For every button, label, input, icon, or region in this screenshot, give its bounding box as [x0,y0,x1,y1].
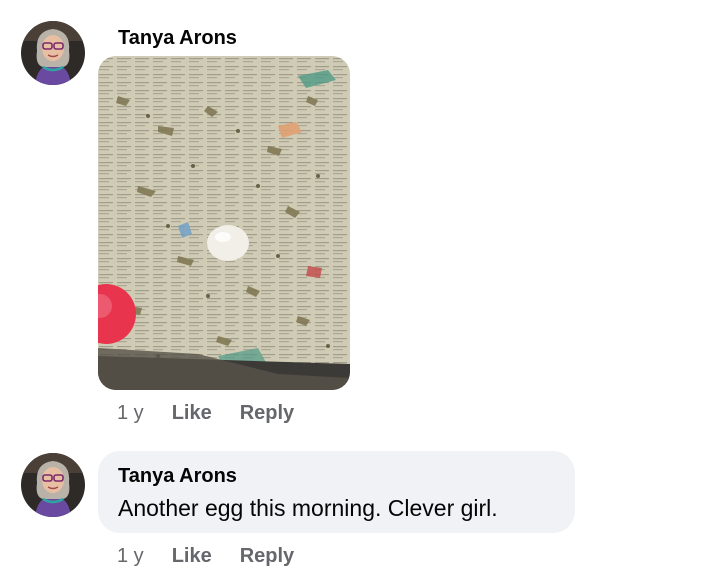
comment-text: Another egg this morning. Clever girl. [118,495,498,521]
comment-actions: 1 y Like Reply [117,545,322,568]
comment-timestamp[interactable]: 1 y [117,545,144,568]
avatar[interactable] [21,453,85,517]
reply-button[interactable]: Reply [240,402,294,425]
avatar[interactable] [21,21,85,85]
comment-timestamp[interactable]: 1 y [117,402,144,425]
comment-author-name[interactable]: Tanya Arons [118,27,237,50]
comment-photo[interactable] [98,56,350,390]
like-button[interactable]: Like [172,402,212,425]
comment-actions: 1 y Like Reply [117,402,322,425]
reply-button[interactable]: Reply [240,545,294,568]
comment-author-name[interactable]: Tanya Arons [118,465,237,488]
comment-bubble: Tanya Arons Another egg this morning. Cl… [98,451,575,533]
like-button[interactable]: Like [172,545,212,568]
